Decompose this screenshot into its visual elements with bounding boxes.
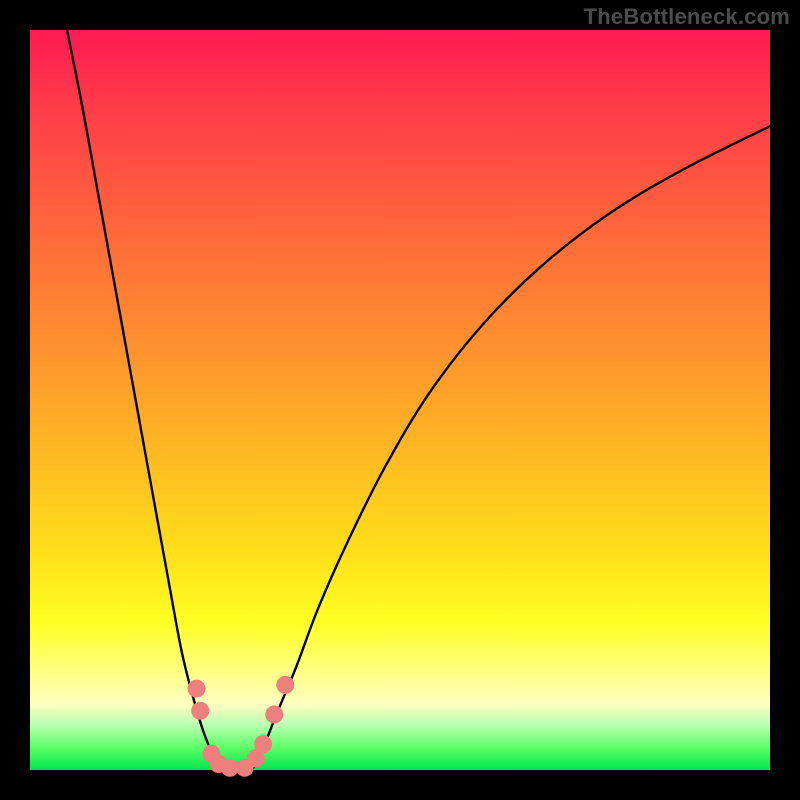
chart-svg [30,30,770,770]
chart-frame: TheBottleneck.com [0,0,800,800]
bottleneck-curve [67,30,770,772]
data-markers [188,676,295,777]
plot-area [30,30,770,770]
data-marker [191,702,209,720]
watermark-text: TheBottleneck.com [584,4,790,30]
bottleneck-curves [67,30,770,772]
data-marker [276,676,294,694]
data-marker [254,735,272,753]
data-marker [265,706,283,724]
data-marker [188,680,206,698]
